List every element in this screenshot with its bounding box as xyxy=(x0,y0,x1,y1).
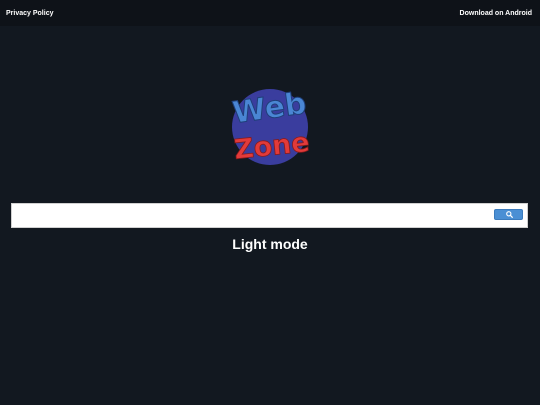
logo-text-zone: Zone xyxy=(233,127,311,166)
search-input[interactable] xyxy=(16,207,486,224)
search-box xyxy=(11,203,528,228)
search-button[interactable] xyxy=(494,209,523,220)
webzone-logo: Web Zone xyxy=(222,84,318,168)
privacy-policy-link[interactable]: Privacy Policy xyxy=(6,9,53,18)
webzone-logo-graphic: Web Zone xyxy=(230,86,311,167)
download-android-link[interactable]: Download on Android xyxy=(460,9,532,18)
light-mode-toggle[interactable]: Light mode xyxy=(0,236,540,253)
top-bar: Privacy Policy Download on Android xyxy=(0,0,540,26)
search-icon xyxy=(506,211,513,218)
